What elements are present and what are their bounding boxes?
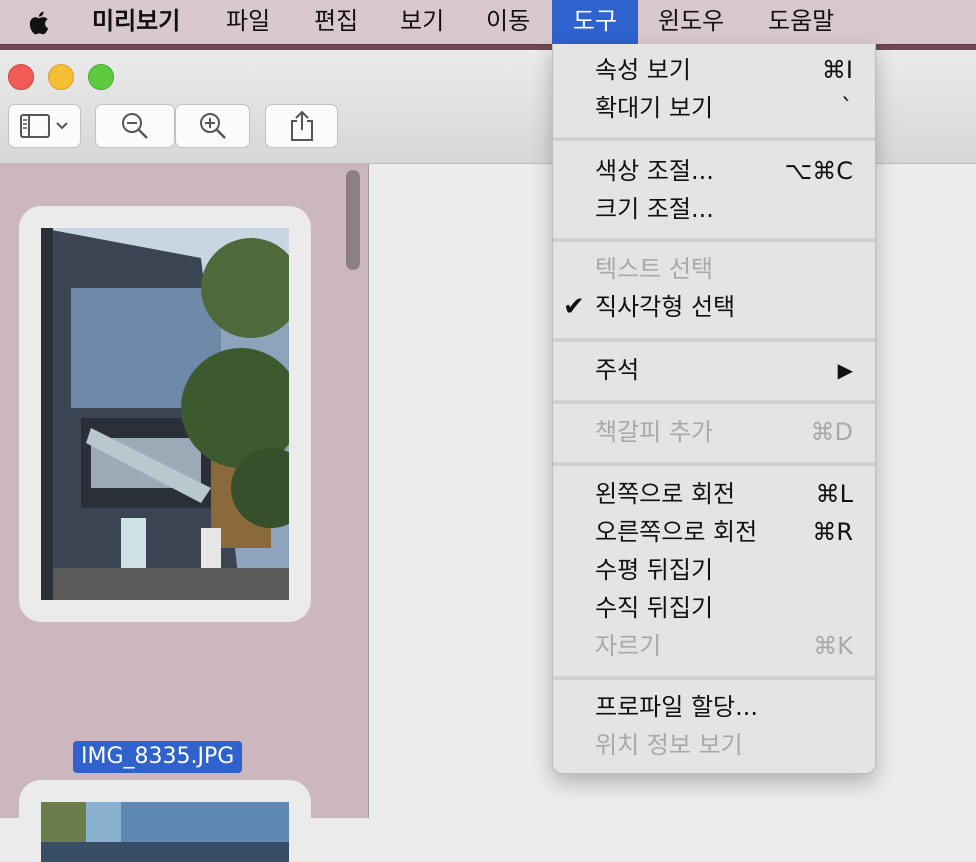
menu-item-flip-vertical[interactable]: 수직 뒤집기 (553, 589, 875, 627)
menu-item-label: 텍스트 선택 (595, 255, 714, 283)
menu-item-label: 직사각형 선택 (595, 293, 736, 321)
menu-item-label: 확대기 보기 (595, 94, 714, 122)
menu-item-shortcut: ⌘R (812, 518, 853, 546)
zoom-out-button[interactable] (95, 104, 175, 148)
menu-item-label: 주석 (595, 356, 640, 384)
menu-separator (553, 676, 875, 680)
menu-item-label: 책갈피 추가 (595, 418, 714, 446)
minimize-button[interactable] (48, 64, 74, 90)
share-button[interactable] (265, 104, 338, 148)
tools-menu-dropdown: 속성 보기 ⌘I 확대기 보기 ` 색상 조절... ⌥⌘C 크기 조절... … (552, 44, 876, 774)
sidebar-scrollbar[interactable] (346, 170, 360, 270)
menu-item-text-selection: 텍스트 선택 (553, 250, 875, 288)
menu-item-label: 자르기 (595, 632, 662, 660)
thumbnail-sidebar: IMG_8335.JPG (0, 164, 369, 862)
menu-item-label: 색상 조절... (595, 157, 714, 185)
menu-item-rectangular-selection[interactable]: ✔ 직사각형 선택 (553, 288, 875, 326)
sidebar-toggle-button[interactable] (8, 104, 81, 148)
thumbnail-filename[interactable]: IMG_8335.JPG (73, 741, 243, 773)
menu-item-assign-profile[interactable]: 프로파일 할당... (553, 688, 875, 726)
menu-item-shortcut: ⌘K (813, 632, 853, 660)
menu-app-name[interactable]: 미리보기 (80, 0, 192, 44)
menu-item-label: 위치 정보 보기 (595, 731, 743, 759)
zoom-in-icon (199, 113, 226, 139)
close-button[interactable] (8, 64, 34, 90)
menu-tools[interactable]: 도구 (552, 0, 638, 44)
menu-item-annotate[interactable]: 주석 ▶ (553, 351, 875, 389)
menu-item-show-magnifier[interactable]: 확대기 보기 ` (553, 89, 875, 127)
menu-item-show-location-info: 위치 정보 보기 (553, 726, 875, 764)
menu-item-label: 크기 조절... (595, 195, 714, 223)
menu-item-rotate-left[interactable]: 왼쪽으로 회전 ⌘L (553, 475, 875, 513)
sidebar-icon (19, 114, 68, 138)
thumbnail-image (41, 228, 289, 600)
menu-view[interactable]: 보기 (388, 0, 456, 44)
menu-separator (553, 338, 875, 342)
submenu-arrow-icon: ▶ (837, 358, 853, 382)
thumbnail-image-2 (41, 802, 289, 862)
thumbnail-card-selected[interactable] (19, 206, 311, 622)
menu-separator (553, 400, 875, 404)
menu-item-shortcut: ⌘D (810, 418, 853, 446)
menu-item-shortcut: ` (841, 94, 853, 122)
menu-item-flip-horizontal[interactable]: 수평 뒤집기 (553, 551, 875, 589)
menu-item-crop: 자르기 ⌘K (553, 627, 875, 665)
menu-separator (553, 462, 875, 466)
menu-go[interactable]: 이동 (474, 0, 542, 44)
menu-separator (553, 137, 875, 141)
share-icon (290, 110, 313, 141)
apple-icon[interactable] (26, 9, 54, 37)
thumbnail-card[interactable] (19, 780, 311, 862)
menu-item-shortcut: ⌘I (821, 56, 853, 84)
zoom-in-button[interactable] (175, 104, 250, 148)
zoom-out-icon (122, 113, 148, 139)
menu-item-shortcut: ⌘L (815, 480, 853, 508)
menu-item-label: 오른쪽으로 회전 (595, 518, 758, 546)
zoom-button[interactable] (88, 64, 114, 90)
menu-help[interactable]: 도움말 (756, 0, 846, 44)
menu-item-shortcut: ⌥⌘C (784, 157, 853, 185)
menu-item-label: 프로파일 할당... (595, 693, 758, 721)
menu-item-label: 왼쪽으로 회전 (595, 480, 736, 508)
menu-item-rotate-right[interactable]: 오른쪽으로 회전 ⌘R (553, 513, 875, 551)
menu-bar: 미리보기 파일 편집 보기 이동 도구 윈도우 도움말 (0, 0, 976, 45)
menu-item-label: 속성 보기 (595, 56, 691, 84)
menu-separator (553, 238, 875, 242)
menu-item-adjust-color[interactable]: 색상 조절... ⌥⌘C (553, 152, 875, 190)
checkmark-icon: ✔ (563, 292, 585, 322)
menu-item-label: 수직 뒤집기 (595, 594, 714, 622)
menu-item-add-bookmark: 책갈피 추가 ⌘D (553, 413, 875, 451)
menu-edit[interactable]: 편집 (302, 0, 370, 44)
menu-file[interactable]: 파일 (214, 0, 282, 44)
menu-window[interactable]: 윈도우 (646, 0, 736, 44)
menu-item-show-inspector[interactable]: 속성 보기 ⌘I (553, 51, 875, 89)
menu-item-label: 수평 뒤집기 (595, 556, 714, 584)
menu-item-adjust-size[interactable]: 크기 조절... (553, 190, 875, 228)
